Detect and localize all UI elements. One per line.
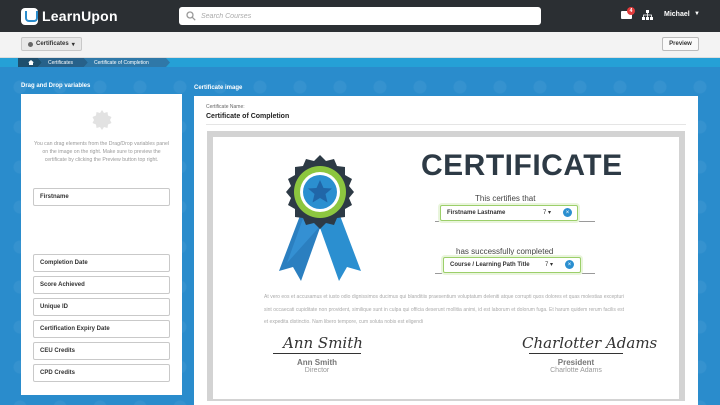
breadcrumb-current: Certificate of Completion [84, 58, 170, 67]
chevron-down-icon[interactable]: ▼ [694, 11, 700, 17]
signatory-name: Ann Smith [297, 358, 337, 367]
remove-name-variable-icon[interactable]: × [563, 208, 572, 217]
variable-cpd-credits[interactable]: CPD Credits [33, 364, 170, 382]
learnupon-logo[interactable]: LearnUpon [21, 7, 118, 25]
signatory-role: Director [304, 367, 330, 374]
placed-variable-name-label: Firstname Lastname [447, 210, 506, 216]
placed-variable-course[interactable]: Course / Learning Path Title [443, 257, 581, 273]
certificate-name-label: Certificate Name: [206, 104, 245, 110]
breadcrumb-certificates[interactable]: Certificates [38, 58, 88, 67]
variable-completion-date[interactable]: Completion Date [33, 254, 170, 272]
signature-ann-smith: Ann Smith [283, 334, 363, 352]
completed-text: has successfully completed [456, 247, 554, 256]
signatory-name: President [557, 358, 595, 367]
search-icon [186, 11, 196, 21]
variables-panel: You can drag elements from the Drag/Drop… [21, 94, 182, 395]
certifies-text: This certifies that [475, 194, 536, 203]
left-panel-title: Drag and Drop variables [21, 83, 91, 89]
variable-ceu-credits[interactable]: CEU Credits [33, 342, 170, 360]
caret-down-icon: ▾ [71, 41, 75, 48]
certificate-name-value: Certificate of Completion [206, 113, 290, 120]
breadcrumb-home[interactable] [18, 58, 42, 67]
notification-badge: 4 [627, 7, 635, 15]
certificate-canvas[interactable]: CERTIFICATE This certifies that Firstnam… [207, 131, 685, 401]
drag-help-text: You can drag elements from the Drag/Drop… [33, 141, 170, 163]
badge-icon [92, 110, 112, 130]
placed-variable-course-label: Course / Learning Path Title [450, 262, 530, 268]
logo-text: LearnUpon [42, 8, 118, 24]
preview-button[interactable]: Preview [662, 37, 699, 51]
search-input[interactable] [201, 12, 521, 20]
variable-firstname[interactable]: Firstname [33, 188, 170, 206]
home-icon [28, 60, 34, 65]
signatory-role: Charlotte Adams [550, 367, 602, 374]
breadcrumb: Certificates Certificate of Completion [0, 58, 720, 67]
org-chart-icon[interactable] [642, 10, 653, 20]
certificates-dropdown[interactable]: Certificates ▾ [21, 37, 82, 51]
remove-course-variable-icon[interactable]: × [565, 260, 574, 269]
search-bar[interactable] [179, 7, 541, 25]
right-panel-title: Certificate image [194, 85, 243, 91]
placed-variable-name[interactable]: Firstname Lastname [440, 205, 578, 221]
logo-icon [21, 7, 38, 25]
name-font-size-dropdown[interactable]: 7 ▾ [543, 209, 551, 216]
user-menu-name[interactable]: Michael [664, 11, 690, 18]
certificate-image[interactable]: CERTIFICATE This certifies that Firstnam… [213, 137, 679, 399]
certificates-dropdown-label: Certificates [36, 41, 69, 47]
certificate-body-text: At vero eos et accusamus et iusto odio d… [264, 294, 624, 325]
variable-unique-id[interactable]: Unique ID [33, 298, 170, 316]
toolbar: Certificates ▾ Preview [0, 32, 720, 58]
variable-certification-expiry-date[interactable]: Certification Expiry Date [33, 320, 170, 338]
award-ribbon-icon [279, 155, 361, 281]
certificate-heading: CERTIFICATE [421, 149, 623, 182]
course-font-size-dropdown[interactable]: 7 ▾ [545, 261, 553, 268]
certificate-panel: Certificate Name: Certificate of Complet… [194, 96, 698, 405]
signature-charlotter-adams: Charlotter Adams [522, 334, 658, 352]
top-bar: LearnUpon 4 Michael ▼ [0, 0, 720, 32]
variable-score-achieved[interactable]: Score Achieved [33, 276, 170, 294]
circle-icon [28, 41, 33, 47]
